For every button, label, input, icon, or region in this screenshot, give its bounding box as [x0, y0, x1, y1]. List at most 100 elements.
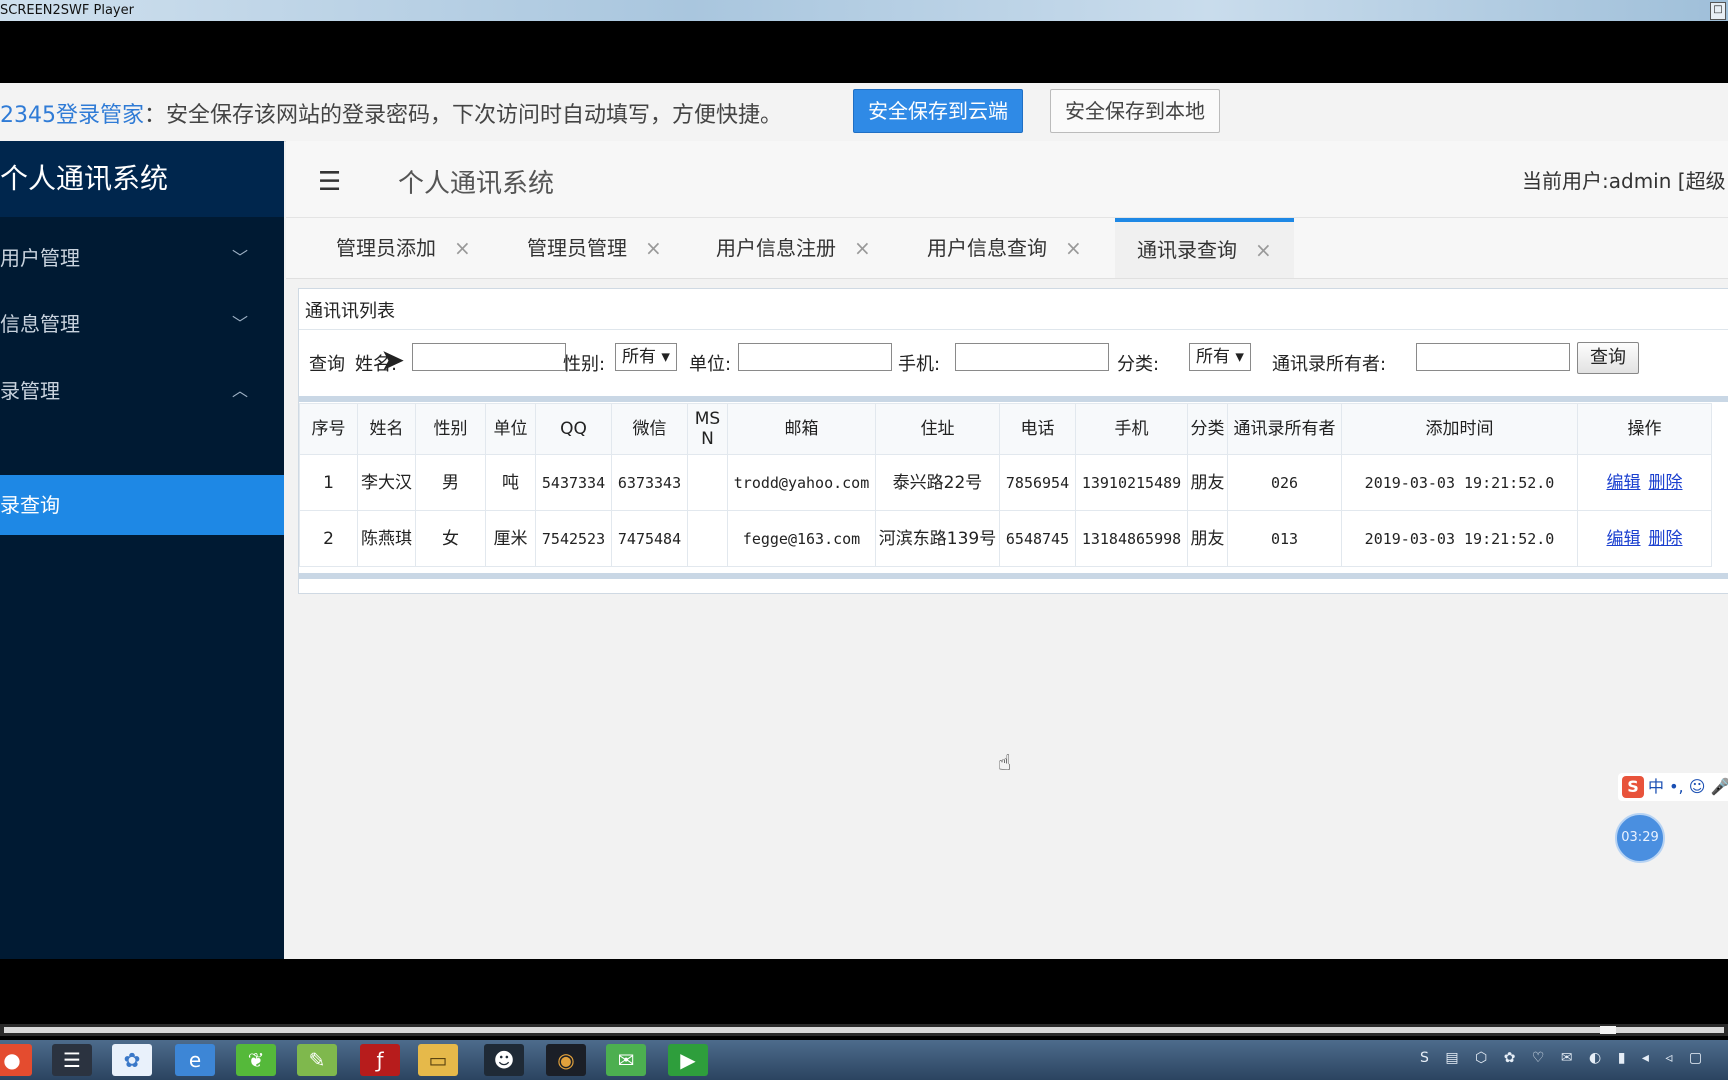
- gender-select[interactable]: 所有 ▾: [615, 343, 677, 371]
- cell-owner: 026: [1227, 454, 1342, 511]
- cell-mobile: 13184865998: [1075, 510, 1188, 567]
- tab-label: 管理员管理: [527, 236, 627, 260]
- player-scrollbar[interactable]: [0, 1024, 1728, 1036]
- tab-user-query[interactable]: 用户信息查询 ×: [927, 218, 1082, 278]
- close-icon[interactable]: ×: [645, 236, 662, 260]
- cell-address: 泰兴路22号: [875, 454, 1000, 511]
- cell-no: 1: [299, 454, 358, 511]
- cell-email: fegge@163.com: [727, 510, 876, 567]
- notepad-icon[interactable]: ✎: [297, 1044, 337, 1076]
- delete-link[interactable]: 删除: [1649, 473, 1683, 493]
- main-content: ☰ 个人通讯系统 当前用户:admin [超级 管理员添加 × 管理员管理 × 用户…: [286, 141, 1728, 959]
- save-to-local-button[interactable]: 安全保存到本地: [1050, 89, 1220, 133]
- flash-icon[interactable]: ƒ: [360, 1044, 400, 1076]
- column-header: 姓名: [357, 403, 416, 455]
- search-button[interactable]: 查询: [1577, 342, 1639, 374]
- delete-link[interactable]: 删除: [1649, 529, 1683, 549]
- page-title: 个人通讯系统: [398, 169, 555, 199]
- taskbar: ● ☰ ✿ e ❦ ✎ ƒ ▭ ☻ ◉ ✉ ▶ S ▤ ⬡ ✿ ♡ ✉ ◐ ▮ …: [0, 1040, 1728, 1080]
- letterbox-bottom: [0, 959, 1728, 1024]
- cell-name: 李大汉: [357, 454, 416, 511]
- hand-cursor-icon: ☝: [998, 751, 1012, 776]
- menu-toggle-icon[interactable]: ☰: [318, 167, 341, 197]
- app-icon[interactable]: ☰: [52, 1044, 92, 1076]
- sidebar-item-contacts-query[interactable]: 录查询: [0, 475, 284, 535]
- cell-unit: 厘米: [485, 510, 536, 567]
- query-label: 查询: [309, 354, 345, 375]
- browser-icon[interactable]: e: [175, 1044, 215, 1076]
- column-header: 操作: [1577, 403, 1712, 455]
- chevron-up-icon: ︿: [231, 381, 248, 400]
- ime-status: 中 •, ☺ 🎤: [1648, 777, 1728, 796]
- recorder-icon[interactable]: ▶: [668, 1044, 708, 1076]
- close-icon[interactable]: ×: [1065, 236, 1082, 260]
- tab-user-register[interactable]: 用户信息注册 ×: [716, 218, 871, 278]
- password-manager-brand: 2345登录管家: [0, 103, 144, 128]
- cell-no: 2: [299, 510, 358, 567]
- sidebar-menu-user-management[interactable]: 用户管理 ﹀: [0, 225, 284, 291]
- category-select[interactable]: 所有 ▾: [1189, 343, 1251, 371]
- column-header: MSN: [687, 403, 728, 455]
- scrollbar-thumb[interactable]: [1600, 1026, 1616, 1034]
- cell-category: 朋友: [1187, 454, 1228, 511]
- media-icon[interactable]: ◉: [546, 1044, 586, 1076]
- cell-actions: 编辑 删除: [1577, 454, 1712, 511]
- sidebar-brand: 个人通讯系统: [0, 141, 284, 217]
- chevron-down-icon: ﹀: [231, 314, 248, 333]
- panel-title: 通讯讯列表: [305, 301, 395, 322]
- column-header: 微信: [611, 403, 688, 455]
- close-icon[interactable]: ×: [854, 236, 871, 260]
- cell-category: 朋友: [1187, 510, 1228, 567]
- cell-msn: [687, 510, 728, 567]
- cell-phone: 6548745: [999, 510, 1076, 567]
- tab-label: 管理员添加: [336, 236, 436, 260]
- cell-msn: [687, 454, 728, 511]
- column-header: 通讯录所有者: [1227, 403, 1342, 455]
- cell-wechat: 7475484: [611, 510, 688, 567]
- contacts-panel: 通讯讯列表 查询 姓名: 性别: 所有 ▾ 单位: 手机: 分类: 所有 ▾ 通…: [298, 288, 1728, 594]
- leaf-icon[interactable]: ❦: [236, 1044, 276, 1076]
- chevron-down-icon: ﹀: [231, 248, 248, 267]
- unit-input[interactable]: [738, 343, 892, 371]
- cell-added-time: 2019-03-03 19:21:52.0: [1341, 510, 1578, 567]
- edit-link[interactable]: 编辑: [1607, 529, 1641, 549]
- cell-qq: 7542523: [535, 510, 612, 567]
- letterbox-top: [0, 21, 1728, 83]
- sidebar-menu-contacts-management[interactable]: 录管理 ︿: [0, 358, 284, 424]
- network-icon[interactable]: ✿: [112, 1044, 152, 1076]
- name-input[interactable]: [412, 343, 566, 371]
- save-to-cloud-button[interactable]: 安全保存到云端: [853, 89, 1023, 133]
- tab-contacts-query[interactable]: 通讯录查询 ×: [1115, 218, 1294, 278]
- edit-link[interactable]: 编辑: [1607, 473, 1641, 493]
- owner-label: 通讯录所有者:: [1272, 354, 1387, 375]
- sidebar-menu-info-management[interactable]: 信息管理 ﹀: [0, 291, 284, 357]
- unit-label: 单位:: [689, 354, 732, 375]
- window-control-button[interactable]: □: [1710, 2, 1726, 20]
- table-header-row: 序号 姓名 性别 单位 QQ 微信 MSN 邮箱 住址 电话 手机 分类 通讯录…: [299, 403, 1712, 455]
- column-header: QQ: [535, 403, 612, 455]
- sidebar-menu-label: 录管理: [0, 379, 60, 403]
- window-title: SCREEN2SWF Player: [0, 3, 134, 18]
- close-icon[interactable]: ×: [454, 236, 471, 260]
- close-icon[interactable]: ×: [1255, 238, 1272, 262]
- folder-icon[interactable]: ▭: [418, 1044, 458, 1076]
- sidebar: 个人通讯系统 用户管理 ﹀ 信息管理 ﹀ 录管理 ︿ 录查询: [0, 141, 284, 959]
- qq-icon[interactable]: ☻: [484, 1044, 524, 1076]
- tab-label: 用户信息注册: [716, 236, 836, 260]
- ime-toolbar[interactable]: S中 •, ☺ 🎤: [1618, 773, 1728, 801]
- column-header: 电话: [999, 403, 1076, 455]
- query-form: 查询 姓名: 性别: 所有 ▾ 单位: 手机: 分类: 所有 ▾ 通讯录所有者:…: [299, 329, 1728, 402]
- chrome-icon[interactable]: ●: [0, 1044, 32, 1076]
- contacts-table: 序号 姓名 性别 单位 QQ 微信 MSN 邮箱 住址 电话 手机 分类 通讯录…: [299, 403, 1712, 567]
- system-tray[interactable]: S ▤ ⬡ ✿ ♡ ✉ ◐ ▮ ◂ ◃ ▢: [1420, 1050, 1708, 1066]
- mobile-input[interactable]: [955, 343, 1109, 371]
- tab-admin-manage[interactable]: 管理员管理 ×: [527, 218, 662, 278]
- cell-actions: 编辑 删除: [1577, 510, 1712, 567]
- owner-input[interactable]: [1416, 343, 1570, 371]
- wechat-icon[interactable]: ✉: [606, 1044, 646, 1076]
- tab-admin-add[interactable]: 管理员添加 ×: [336, 218, 471, 278]
- mouse-pointer-icon: ➤: [380, 343, 406, 378]
- cell-mobile: 13910215489: [1075, 454, 1188, 511]
- tab-label: 通讯录查询: [1137, 238, 1237, 262]
- cell-gender: 男: [415, 454, 486, 511]
